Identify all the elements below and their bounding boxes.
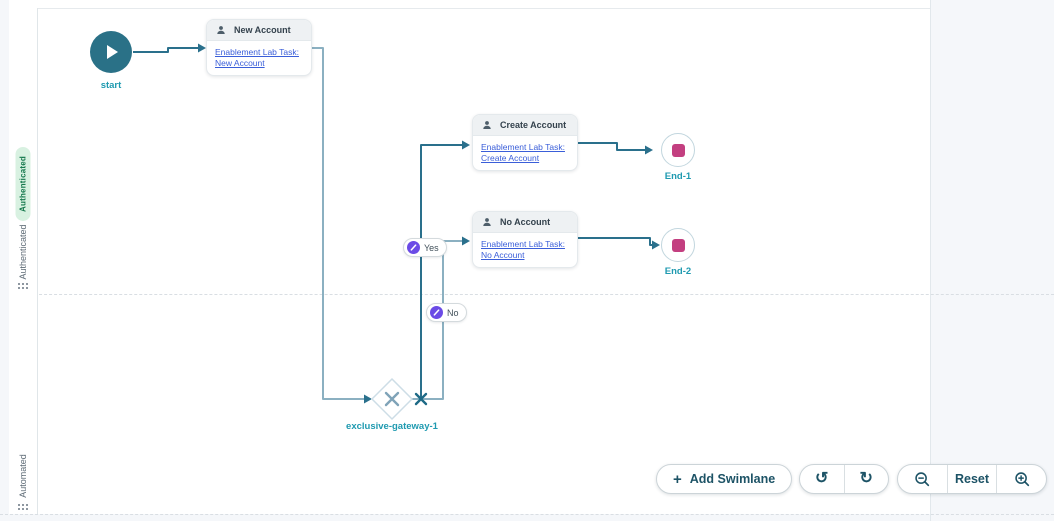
undo-button[interactable]: ↺ xyxy=(800,465,844,493)
condition-icon xyxy=(407,241,420,254)
workflow-canvas: Authenticated Authenticated Automated st… xyxy=(0,0,1054,521)
task-title: New Account xyxy=(234,25,291,35)
gateway-label: exclusive-gateway-1 xyxy=(346,421,438,432)
zoom-out-button[interactable] xyxy=(898,465,947,493)
task-header: Create Account xyxy=(473,115,577,136)
task-title: No Account xyxy=(500,217,551,227)
stop-square-icon xyxy=(671,238,685,252)
person-icon xyxy=(483,218,491,226)
exclusive-gateway-node[interactable] xyxy=(370,377,414,421)
play-icon xyxy=(107,45,118,59)
add-swimlane-label: Add Swimlane xyxy=(689,472,776,486)
end-node-2-label: End-2 xyxy=(664,266,692,277)
reset-zoom-button[interactable]: Reset xyxy=(946,465,997,493)
task-node-new-account[interactable]: New Account Enablement Lab Task: New Acc… xyxy=(206,19,312,76)
edge-create-account-to-end1[interactable] xyxy=(578,142,653,155)
add-swimlane-button[interactable]: + Add Swimlane xyxy=(656,464,793,494)
task-header: New Account xyxy=(207,20,311,41)
person-icon xyxy=(483,121,491,129)
task-node-no-account[interactable]: No Account Enablement Lab Task: No Accou… xyxy=(472,211,578,268)
edge-start-to-new-account[interactable] xyxy=(133,43,206,53)
zoom-button-group: Reset xyxy=(897,464,1047,494)
condition-badge-no[interactable]: No xyxy=(426,303,467,322)
condition-label: Yes xyxy=(424,242,439,253)
end-node-2[interactable] xyxy=(661,228,695,262)
task-link[interactable]: Enablement Lab Task: Create Account xyxy=(481,142,569,164)
start-node-label: start xyxy=(100,80,122,91)
edge-gateway-yes-to-create-account[interactable] xyxy=(420,140,470,400)
task-link[interactable]: Enablement Lab Task: New Account xyxy=(215,47,303,69)
zoom-in-icon xyxy=(1014,472,1029,487)
redo-icon: ↻ xyxy=(859,470,873,487)
history-button-group: ↺ ↻ xyxy=(799,464,889,494)
task-header: No Account xyxy=(473,212,577,233)
condition-label: No xyxy=(447,307,459,318)
reset-label: Reset xyxy=(954,472,990,486)
end-node-1[interactable] xyxy=(661,133,695,167)
end-node-1-label: End-1 xyxy=(664,171,692,182)
undo-icon: ↺ xyxy=(815,470,829,487)
task-link[interactable]: Enablement Lab Task: No Account xyxy=(481,239,569,261)
condition-icon xyxy=(430,306,443,319)
start-node[interactable] xyxy=(90,31,132,73)
stop-square-icon xyxy=(671,143,685,157)
redo-button[interactable]: ↻ xyxy=(843,465,889,493)
edge-new-account-to-gateway[interactable] xyxy=(312,47,372,404)
condition-badge-yes[interactable]: Yes xyxy=(403,238,447,257)
edge-no-account-to-end2[interactable] xyxy=(578,237,660,250)
plus-icon: + xyxy=(673,470,682,488)
task-node-create-account[interactable]: Create Account Enablement Lab Task: Crea… xyxy=(472,114,578,171)
zoom-in-button[interactable] xyxy=(996,465,1046,493)
task-title: Create Account xyxy=(500,120,567,130)
zoom-out-icon xyxy=(915,472,930,487)
person-icon xyxy=(217,26,225,34)
